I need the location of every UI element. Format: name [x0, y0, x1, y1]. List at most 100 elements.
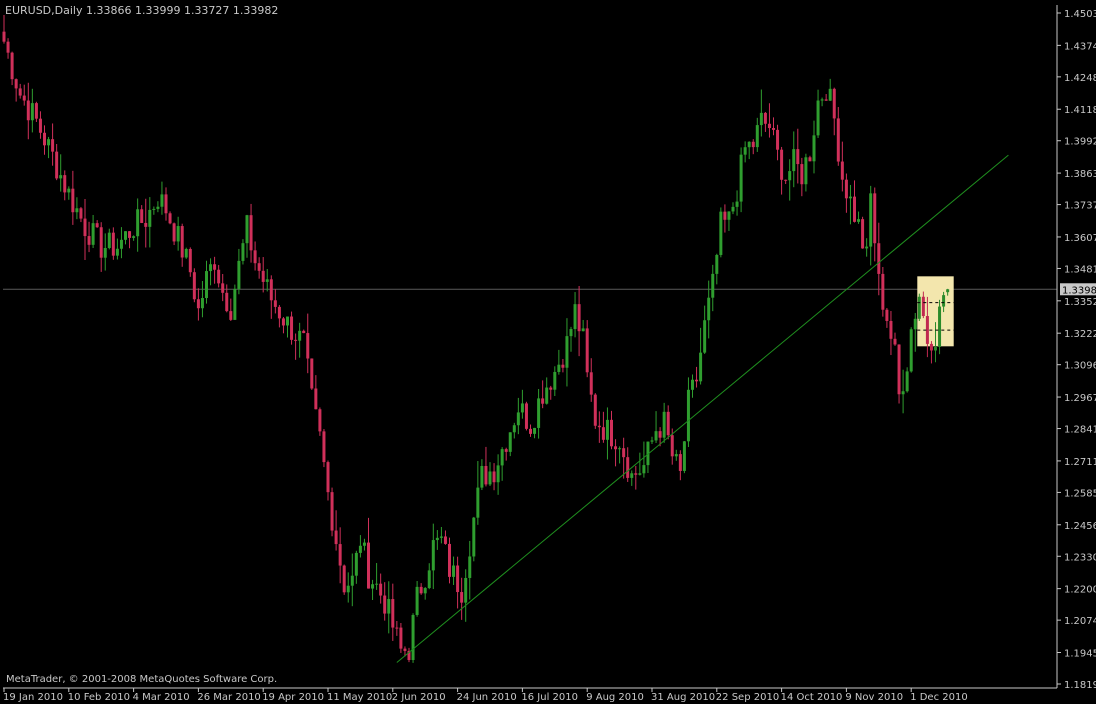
candle-body: [699, 352, 703, 382]
candle-body: [703, 320, 707, 353]
candle-body: [379, 583, 383, 596]
candle-body: [419, 586, 423, 594]
candle-body: [30, 103, 34, 121]
candle-body: [95, 223, 99, 228]
candle-body: [87, 236, 91, 245]
candle-body: [618, 448, 622, 450]
candle-body: [865, 246, 869, 249]
candle-body: [763, 112, 767, 124]
candle-body: [678, 454, 682, 471]
candle-body: [707, 297, 711, 321]
candle-body: [221, 283, 225, 293]
candle-body: [91, 223, 95, 245]
candle-body: [695, 379, 699, 382]
candle-body: [59, 175, 63, 179]
candle-body: [869, 193, 873, 247]
candle-body: [423, 588, 427, 594]
candle-body: [464, 577, 468, 603]
candle-body: [751, 141, 755, 148]
candle-body: [743, 147, 747, 155]
candle-body: [755, 125, 759, 148]
candle-body: [460, 592, 464, 603]
candle-body: [686, 389, 690, 442]
candle-body: [2, 31, 6, 42]
candle-body: [921, 296, 925, 317]
candle-body: [75, 208, 79, 213]
candle-body: [529, 428, 532, 434]
candle-body: [658, 431, 662, 438]
candle-body: [589, 372, 593, 395]
candle-body: [691, 379, 694, 390]
y-tick-label: 1.41185: [1064, 105, 1096, 116]
candle-body: [942, 295, 946, 307]
candle-body: [630, 473, 634, 478]
candle: [917, 293, 921, 321]
candle-body: [800, 164, 804, 185]
candle-body: [828, 88, 832, 101]
candle-body: [650, 440, 654, 442]
candle-body: [905, 371, 909, 392]
candle-body: [26, 100, 30, 121]
candle: [342, 564, 346, 595]
candle-body: [124, 231, 127, 240]
candle-body: [484, 465, 488, 485]
y-tick-label: 1.25855: [1064, 488, 1096, 499]
candle-body: [346, 585, 350, 593]
candle-body: [626, 457, 630, 478]
candle-body: [63, 175, 67, 193]
candle-body: [569, 329, 573, 337]
candle-body: [128, 231, 132, 238]
y-tick-label: 1.19450: [1064, 649, 1096, 660]
candle-body: [265, 279, 269, 282]
candle-body: [593, 394, 597, 426]
candle-body: [524, 403, 528, 429]
candle-body: [634, 473, 638, 475]
candle-body: [435, 537, 439, 541]
y-tick-label: 1.18190: [1064, 680, 1096, 691]
candle-body: [119, 239, 123, 249]
y-tick-label: 1.43740: [1064, 41, 1096, 52]
y-tick-label: 1.45035: [1064, 9, 1096, 20]
price-chart[interactable]: EURUSD,Daily 1.33866 1.33999 1.33727 1.3…: [0, 0, 1096, 704]
candle-body: [824, 99, 828, 101]
candle-body: [245, 215, 249, 244]
candle-body: [371, 584, 375, 589]
y-tick-label: 1.27115: [1064, 457, 1096, 468]
candle-body: [848, 196, 852, 199]
candle-body: [520, 403, 524, 413]
y-tick-label: 1.33520: [1064, 297, 1096, 308]
y-tick-label: 1.24560: [1064, 521, 1096, 532]
candle-body: [168, 213, 172, 224]
candle-body: [107, 232, 111, 249]
candle-body: [338, 544, 342, 566]
candle-body: [913, 318, 917, 330]
candle-body: [55, 151, 59, 179]
candle-body: [897, 344, 901, 395]
candle-body: [739, 154, 743, 202]
candle: [448, 537, 451, 584]
candle-body: [776, 129, 780, 150]
candle-body: [610, 419, 613, 447]
y-tick-label: 1.39925: [1064, 137, 1096, 148]
candle-body: [330, 492, 334, 531]
candle-body: [156, 206, 160, 209]
candle-body: [367, 542, 370, 589]
candle: [411, 613, 415, 663]
y-tick-label: 1.29670: [1064, 393, 1096, 404]
candle: [861, 216, 865, 249]
candle-body: [893, 338, 897, 345]
x-tick-label: 4 Mar 2010: [133, 692, 190, 703]
candle-body: [225, 292, 229, 312]
candle-body: [249, 215, 253, 251]
candle-body: [581, 328, 585, 332]
x-tick-label: 1 Dec 2010: [910, 692, 968, 703]
candle-body: [51, 139, 55, 152]
candle: [524, 401, 528, 431]
candle-body: [844, 179, 848, 199]
x-tick-label: 10 Feb 2010: [68, 692, 130, 703]
candle-body: [362, 542, 366, 546]
candle: [719, 207, 723, 258]
candle-body: [857, 219, 861, 222]
y-tick-label: 1.36075: [1064, 233, 1096, 244]
candle-body: [909, 329, 913, 372]
